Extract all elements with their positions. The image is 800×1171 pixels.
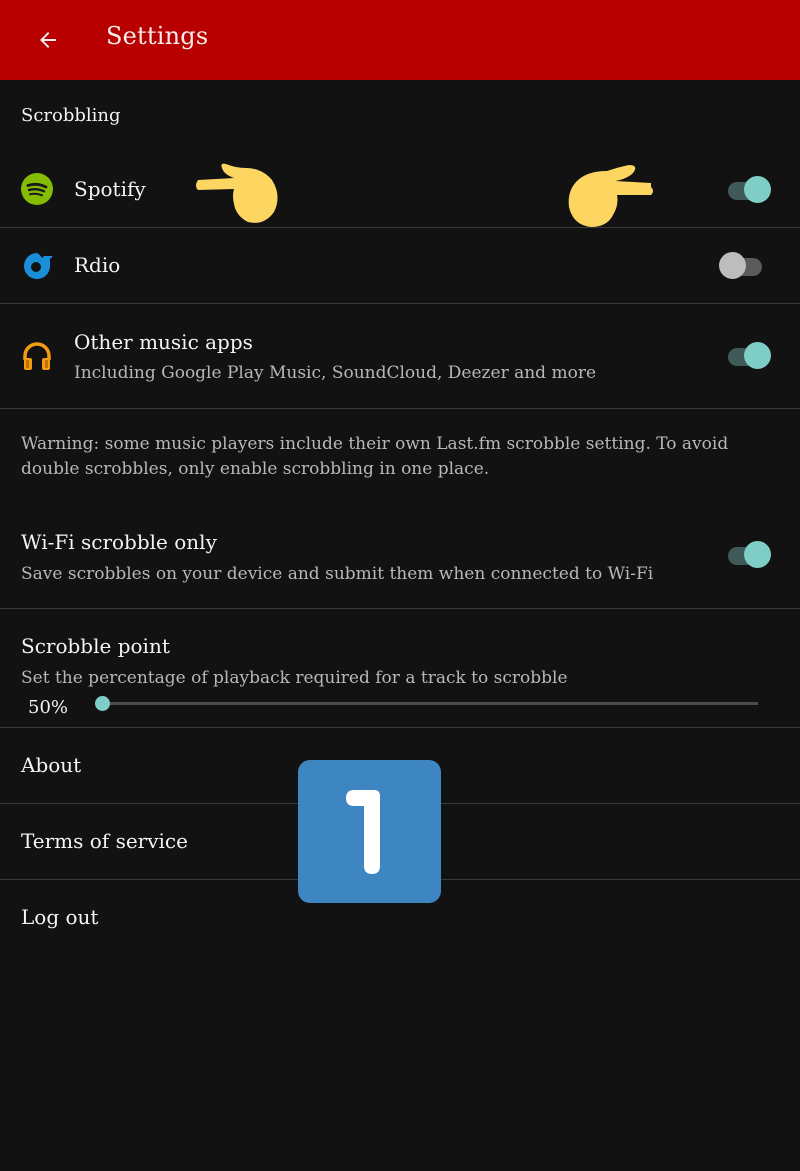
pref-wifi-only-label: Wi-Fi scrobble only: [21, 530, 217, 554]
pref-wifi-only[interactable]: Wi-Fi scrobble only Save scrobbles on yo…: [0, 510, 800, 608]
pref-rdio-label: Rdio: [74, 253, 121, 277]
scrobble-point-slider[interactable]: [95, 694, 760, 714]
pref-spotify-label: Spotify: [74, 177, 146, 201]
pref-scrobble-point-summary: Set the percentage of playback required …: [21, 668, 568, 688]
spotify-toggle[interactable]: [723, 173, 771, 205]
back-button[interactable]: [30, 22, 66, 58]
pref-log-out-label: Log out: [21, 905, 99, 929]
arrow-left-icon: [40, 32, 56, 48]
pref-about[interactable]: About: [0, 728, 800, 803]
pref-scrobble-point-label: Scrobble point: [21, 634, 170, 658]
pref-terms-of-service[interactable]: Terms of service: [0, 804, 800, 879]
switch-thumb: [744, 541, 771, 568]
pref-other-music-apps[interactable]: Other music apps Including Google Play M…: [0, 304, 800, 408]
pref-spotify[interactable]: Spotify: [0, 152, 800, 227]
other-music-apps-toggle[interactable]: [723, 339, 771, 371]
switch-thumb: [719, 252, 746, 279]
section-header-scrobbling: Scrobbling: [21, 105, 121, 126]
scrobble-warning-text: Warning: some music players include thei…: [21, 434, 729, 479]
rdio-icon: [24, 253, 53, 279]
divider: [0, 408, 800, 409]
page-title: Settings: [106, 22, 209, 50]
pref-other-music-apps-summary: Including Google Play Music, SoundCloud,…: [74, 363, 597, 383]
slider-thumb[interactable]: [95, 696, 110, 711]
pref-other-music-apps-label: Other music apps: [74, 330, 253, 354]
headphones-icon: [23, 342, 51, 370]
pref-rdio[interactable]: Rdio: [0, 228, 800, 303]
rdio-toggle[interactable]: [719, 249, 767, 281]
pref-about-label: About: [21, 753, 82, 777]
pref-terms-label: Terms of service: [21, 829, 188, 853]
slider-track: [100, 702, 758, 705]
switch-thumb: [744, 176, 771, 203]
pref-log-out[interactable]: Log out: [0, 880, 800, 955]
wifi-only-toggle[interactable]: [723, 538, 771, 570]
app-bar: Settings: [0, 0, 800, 80]
switch-thumb: [744, 342, 771, 369]
scrobble-point-value: 50%: [28, 697, 69, 718]
pref-wifi-only-summary: Save scrobbles on your device and submit…: [21, 564, 654, 584]
spotify-icon: [21, 173, 53, 205]
